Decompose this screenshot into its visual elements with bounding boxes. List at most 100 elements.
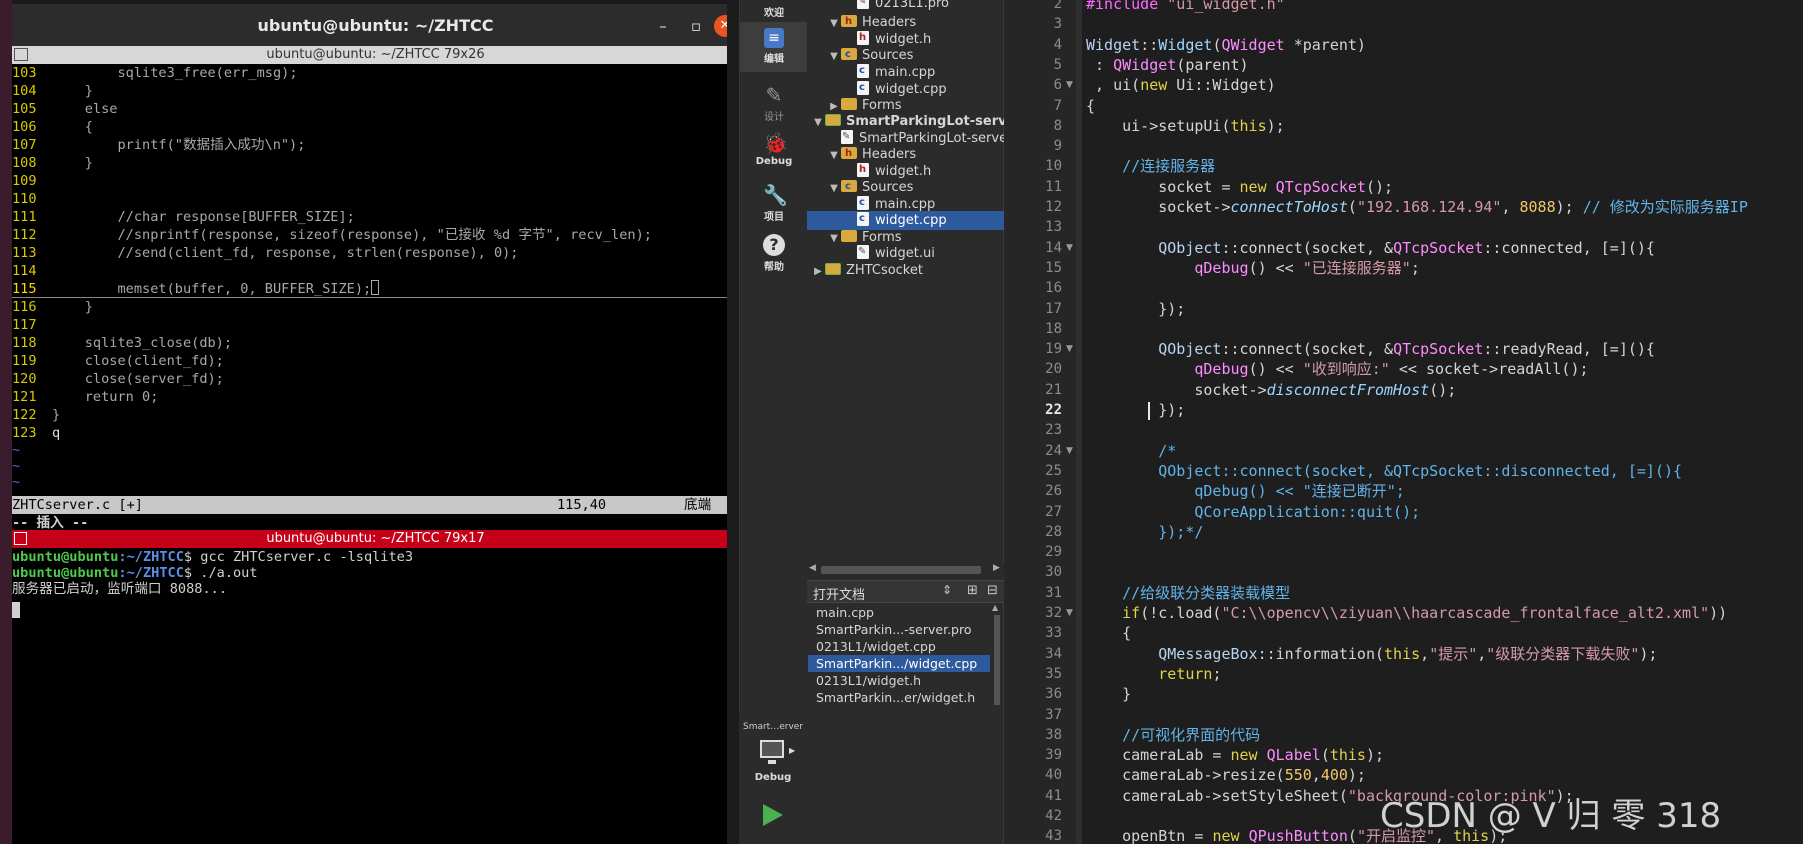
code-token: this <box>1329 746 1366 765</box>
mode-debug-label: Debug <box>755 156 793 167</box>
monitor-icon[interactable] <box>760 740 784 764</box>
code-token: if <box>1086 604 1141 622</box>
mode-edit[interactable]: ≡ 编辑 <box>740 22 808 72</box>
code-token: (!c.load( <box>1140 604 1222 622</box>
vim-line: 110 <box>12 190 727 208</box>
code-line: Widget::Widget(QWidget *parent) <box>1086 35 1366 55</box>
vim-line: 107 printf("数据插入成功\n"); <box>12 136 727 154</box>
open-documents-header: 打开文档 ⇕ ⊞ ⊟ <box>807 580 1004 603</box>
open-document-item[interactable]: main.cpp <box>808 604 990 621</box>
run-button[interactable] <box>763 804 783 826</box>
tree-item[interactable]: ▶ ZHTCsocket <box>807 261 1004 280</box>
vim-line: 120 close(server_fd); <box>12 370 727 388</box>
vim-line: 104 } <box>12 82 727 100</box>
code-line: //给级联分类器装载模型 <box>1086 583 1290 603</box>
code-token: QTcpSocket <box>1393 340 1484 359</box>
code-token: socket-> <box>1086 198 1231 216</box>
gutter-line-number: 42 <box>1045 808 1062 824</box>
vim-editor[interactable]: 103 sqlite3_free(err_msg); 104 } 105 else 1… <box>12 64 739 496</box>
close-pane-icon[interactable]: ⊟ <box>987 583 998 598</box>
mode-projects[interactable]: 🔧 项目 <box>740 180 808 230</box>
code-token: ); <box>1555 198 1583 216</box>
line-number: 111 <box>12 209 37 225</box>
vim-line: 118 sqlite3_close(db); <box>12 334 727 352</box>
help-icon: ? <box>763 234 785 256</box>
folder-headers-icon <box>841 145 857 163</box>
tree-item-label: SmartParkingLot-server.pro <box>859 131 1004 146</box>
code-token: ); <box>1347 766 1366 785</box>
tree-item-label: main.cpp <box>875 65 936 80</box>
open-documents-scrollbar[interactable]: ▲ <box>992 603 1002 705</box>
mode-edit-label: 编辑 <box>764 54 784 65</box>
mode-debug[interactable]: 🐞 Debug <box>740 128 808 178</box>
desktop-edge <box>0 0 12 844</box>
fold-arrow-icon[interactable]: ▼ <box>1066 80 1073 90</box>
code-token: ( <box>1320 746 1330 765</box>
collapse-arrow-icon[interactable]: ▶ <box>811 262 825 280</box>
split-add-icon[interactable]: ⊞ <box>967 583 978 598</box>
open-document-item[interactable]: SmartParkin...-server.pro <box>808 621 990 638</box>
code-editor[interactable]: #include "ui_widget.h"Widget::Widget(QWi… <box>1082 0 1803 844</box>
code-token: 550 <box>1284 766 1312 785</box>
tree-item-label: widget.ui <box>875 246 935 261</box>
code-token: ); <box>1266 116 1285 135</box>
code-token: this <box>1384 644 1421 663</box>
open-document-item[interactable]: SmartParkin.../widget.cpp <box>808 655 990 672</box>
spinner-arrows-icon[interactable]: ⇕ <box>942 583 952 597</box>
fold-arrow-icon[interactable]: ▼ <box>1066 446 1073 456</box>
gutter-line-number: 34 <box>1045 645 1062 662</box>
vim-line: 113 //send(client_fd, response, strlen(r… <box>12 244 727 262</box>
line-text: } <box>52 299 93 315</box>
code-token: //给级联分类器装载模型 <box>1086 583 1291 602</box>
gutter-line-number: 35 <box>1045 665 1062 682</box>
code-token: });*/ <box>1086 522 1204 541</box>
line-number: 116 <box>12 299 37 315</box>
cpp-file-icon <box>857 211 869 228</box>
fold-arrow-icon[interactable]: ▼ <box>1066 344 1073 354</box>
code-token: "提示" <box>1429 644 1478 663</box>
shell-output[interactable]: ubuntu@ubuntu:~/ZHTCC$ gcc ZHTCserver.c … <box>12 548 739 844</box>
code-token: qDebug <box>1194 360 1249 379</box>
vim-line: 106 { <box>12 118 727 136</box>
line-text: //char response[BUFFER_SIZE]; <box>52 209 355 225</box>
fold-arrow-icon[interactable]: ▼ <box>1066 608 1073 618</box>
gutter-line-number: 33 <box>1045 625 1062 642</box>
open-document-item[interactable]: 0213L1/widget.h <box>808 672 990 689</box>
gutter-line-number: 15 <box>1045 259 1062 276</box>
prompt-user: ubuntu@ubuntu <box>12 549 119 565</box>
watermark: CSDN @ V 归 零 318 <box>1380 796 1722 836</box>
kit-label[interactable]: Smart…erver <box>739 722 807 732</box>
code-line: #include "ui_widget.h" <box>1086 0 1285 14</box>
code-token: *parent) <box>1284 35 1366 54</box>
project-tree-hscrollbar[interactable]: ◀ ▶ <box>807 563 1004 577</box>
code-line: } <box>1086 684 1131 704</box>
fold-arrow-icon[interactable]: ▼ <box>1066 243 1073 253</box>
gutter-line-number: 27 <box>1045 503 1062 520</box>
maximize-button[interactable]: ▫ <box>685 15 707 37</box>
code-token: QTcpSocket <box>1275 177 1366 196</box>
mode-help[interactable]: ? 帮助 <box>740 230 808 280</box>
minimize-button[interactable]: – <box>652 15 674 37</box>
line-text: close(server_fd); <box>52 371 224 387</box>
gutter-line-number: 11 <box>1045 178 1062 195</box>
vim-status-file: ZHTCserver.c [+] <box>12 497 143 513</box>
code-token: () << <box>1248 360 1303 379</box>
code-line: QMessageBox::information(this,"提示","级联分类… <box>1086 644 1657 664</box>
header-file-icon <box>857 30 869 47</box>
open-document-item[interactable]: 0213L1/widget.cpp <box>808 638 990 655</box>
mode-welcome[interactable]: 欢迎 <box>740 0 808 19</box>
project-tree: 0213L1.pro▼Headerswidget.h▼Sourcesmain.c… <box>807 0 1004 844</box>
tree-item[interactable]: 0213L1.pro <box>807 0 1004 13</box>
code-token: ui->setupUi( <box>1086 116 1231 135</box>
terminal-titlebar: ubuntu@ubuntu: ~/ZHTCC – ▫ ✕ <box>12 0 739 50</box>
pro-file-icon <box>857 244 869 261</box>
open-document-item[interactable]: SmartParkin...er/widget.h <box>808 689 990 706</box>
code-line: socket->connectToHost("192.168.124.94", … <box>1086 197 1748 217</box>
mode-design[interactable]: ✎ 设计 <box>740 78 808 128</box>
kit-arrow-icon[interactable]: ▶ <box>789 746 795 755</box>
open-documents-label[interactable]: 打开文档 <box>813 584 865 603</box>
line-number: 117 <box>12 317 37 333</box>
wrench-icon: 🔧 <box>763 183 788 207</box>
